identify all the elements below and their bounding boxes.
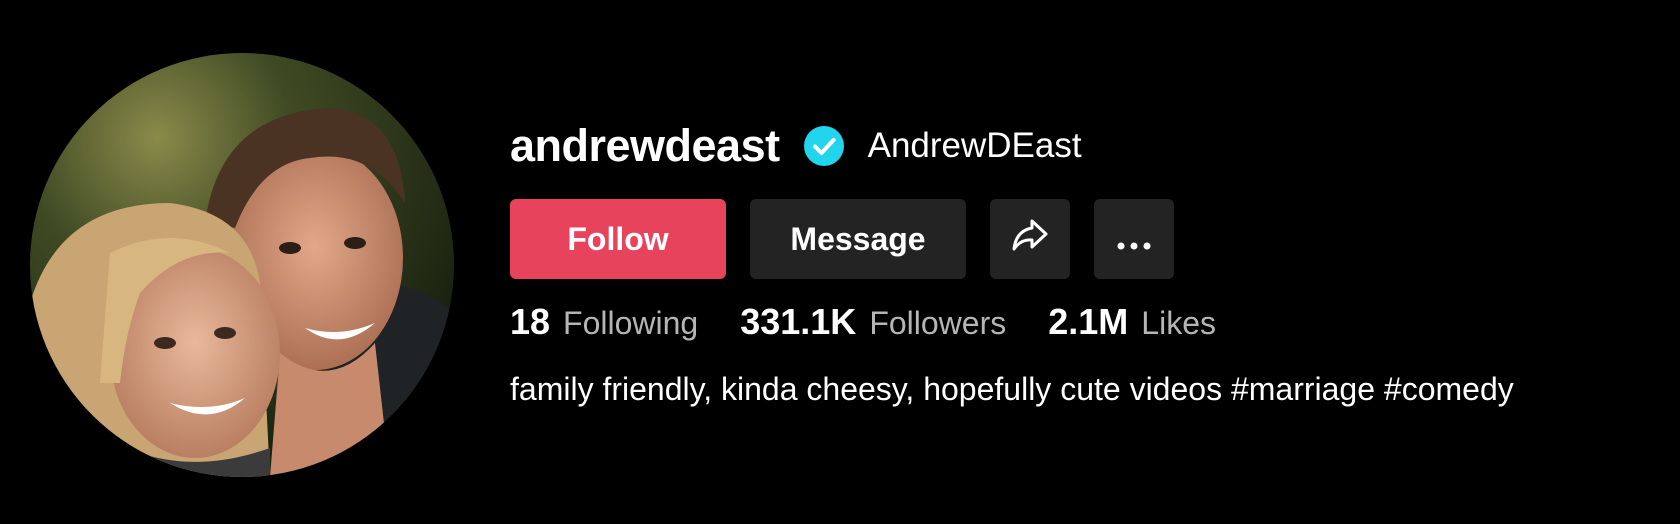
follow-button[interactable]: Follow xyxy=(510,199,726,279)
avatar[interactable] xyxy=(30,53,454,477)
name-row: andrewdeast AndrewDEast xyxy=(510,118,1514,174)
stat-likes: 2.1M Likes xyxy=(1048,301,1216,343)
nickname: AndrewDEast xyxy=(867,126,1082,165)
share-button[interactable] xyxy=(990,199,1070,279)
stats-row: 18 Following 331.1K Followers 2.1M Likes xyxy=(510,301,1514,351)
action-buttons: Follow Message xyxy=(510,199,1514,279)
username: andrewdeast xyxy=(510,120,780,171)
stat-label: Followers xyxy=(869,305,1007,341)
stat-following[interactable]: 18 Following xyxy=(510,301,698,343)
stat-label: Following xyxy=(563,305,699,341)
stat-value: 18 xyxy=(510,301,551,342)
share-arrow-icon xyxy=(1011,218,1049,260)
more-options-button[interactable] xyxy=(1094,199,1174,279)
message-button[interactable]: Message xyxy=(750,199,966,279)
stat-value: 2.1M xyxy=(1048,301,1129,342)
more-horizontal-icon xyxy=(1117,221,1151,258)
stat-followers[interactable]: 331.1K Followers xyxy=(740,301,1006,343)
profile-bio: family friendly, kinda cheesy, hopefully… xyxy=(510,371,1514,407)
stat-label: Likes xyxy=(1141,305,1216,341)
verified-badge-icon xyxy=(803,126,844,166)
profile-header: andrewdeast AndrewDEast Follow Message 1… xyxy=(0,0,1680,524)
profile-info: andrewdeast AndrewDEast Follow Message 1… xyxy=(510,118,1514,408)
stat-value: 331.1K xyxy=(740,301,857,342)
